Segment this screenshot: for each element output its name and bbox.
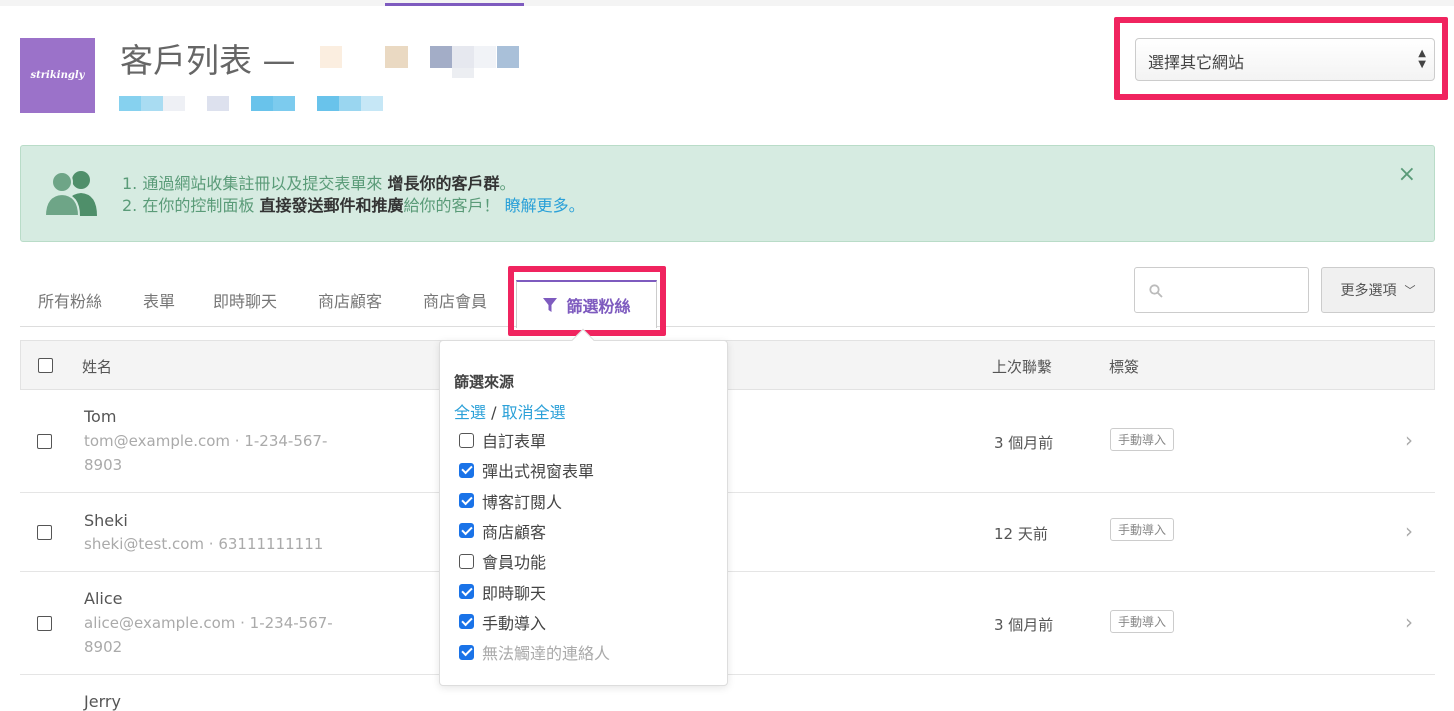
filter-option-label: 會員功能 [482, 553, 547, 573]
header-tags: 標簽 [1109, 358, 1140, 376]
filter-option[interactable]: 彈出式視窗表單 [459, 458, 594, 482]
filter-option[interactable]: 商店顧客 [459, 519, 546, 543]
filter-source-popover: 篩選來源 全選 / 取消全選 自訂表單彈出式視窗表單 博客訂閱人商店顧客會員功能即… [439, 328, 728, 686]
select-links: 全選 / 取消全選 [454, 399, 566, 423]
tab-forms[interactable]: 表單 [143, 288, 175, 312]
filter-option-label: 即時聊天 [482, 583, 547, 603]
row-checkbox[interactable] [37, 434, 52, 449]
filter-option-label: 無法觸達的連絡人 [482, 644, 611, 664]
search-input[interactable] [1134, 267, 1309, 313]
chevron-down-icon: ﹀ [1404, 284, 1416, 297]
tab-all-fans[interactable]: 所有粉絲 [38, 288, 102, 312]
filter-icon [543, 298, 558, 312]
filter-option-checkbox[interactable] [459, 523, 474, 539]
close-banner-icon[interactable]: × [1398, 162, 1416, 187]
row-checkbox[interactable] [37, 616, 52, 631]
filter-option-label: 商店顧客 [482, 522, 547, 542]
filter-source-title: 篩選來源 [454, 373, 515, 391]
filter-option-label: 手動導入 [482, 613, 547, 633]
site-select-value: 選擇其它網站 [1148, 53, 1245, 72]
filter-option-label: 自訂表單 [482, 432, 547, 451]
header-name: 姓名 [82, 358, 113, 376]
people-icon [45, 171, 97, 216]
site-logo: strikingly [20, 38, 95, 113]
site-select[interactable]: 選擇其它網站 ▲ ▼ [1135, 38, 1435, 81]
header-last-contact: 上次聯繫 [992, 358, 1053, 376]
more-options-button[interactable]: 更多選項 ﹀ [1321, 267, 1435, 313]
banner-line-1: 1. 通過網站收集註冊以及提交表單來 增長你的客戶群。 [122, 174, 516, 193]
contact-details: sheki@test.com · 63111111111 [84, 535, 324, 553]
filter-option-checkbox[interactable] [459, 644, 474, 660]
learn-more-link[interactable]: 瞭解更多。 [505, 196, 585, 215]
select-separator: / [491, 403, 497, 422]
tab-store-members[interactable]: 商店會員 [423, 288, 487, 312]
filter-option[interactable]: 即時聊天 [459, 580, 546, 604]
tag-badge: 手動導入 [1110, 610, 1175, 633]
deselect-all-link[interactable]: 取消全選 [502, 403, 566, 422]
filter-option[interactable]: 會員功能 [459, 549, 546, 573]
more-options-label: 更多選項 [1340, 283, 1397, 299]
tabs-divider [20, 326, 1435, 327]
chevron-right-icon[interactable]: › [1405, 610, 1413, 634]
filter-option[interactable]: 博客訂閱人 [459, 489, 562, 513]
filter-tab-label: 篩選粉絲 [566, 297, 631, 316]
top-bar [0, 0, 1454, 6]
filter-option-label: 彈出式視窗表單 [482, 462, 595, 482]
filter-option[interactable]: 自訂表單 [459, 428, 546, 452]
select-all-link[interactable]: 全選 [454, 403, 486, 422]
last-contact: 3 個月前 [994, 616, 1054, 634]
search-icon [1149, 284, 1163, 298]
filter-option[interactable]: 無法觸達的連絡人 [459, 640, 610, 664]
page-title: 客戶列表 — [120, 41, 296, 80]
filter-option-checkbox[interactable] [459, 432, 474, 448]
tab-filter-fans[interactable]: 篩選粉絲 [516, 280, 657, 328]
contact-name: Jerry [84, 692, 121, 711]
filter-option-label: 博客訂閱人 [482, 492, 563, 512]
row-checkbox[interactable] [37, 525, 52, 540]
info-banner: 1. 通過網站收集註冊以及提交表單來 增長你的客戶群。 2. 在你的控制面板 直… [20, 145, 1435, 242]
tab-live-chat[interactable]: 即時聊天 [213, 288, 277, 312]
contact-name: Alice [84, 589, 123, 608]
filter-option-checkbox[interactable] [459, 614, 474, 630]
contact-name: Sheki [84, 511, 128, 530]
filter-option-checkbox[interactable] [459, 553, 474, 569]
filter-option-checkbox[interactable] [459, 584, 474, 599]
tag-badge: 手動導入 [1110, 428, 1175, 451]
banner-line-2: 2. 在你的控制面板 直接發送郵件和推廣給你的客戶！ 瞭解更多。 [122, 196, 585, 215]
contact-details: tom@example.com · 1-234-567-8903 [84, 432, 328, 474]
last-contact: 12 天前 [994, 525, 1048, 543]
filter-option-checkbox[interactable] [459, 462, 474, 478]
chevron-right-icon[interactable]: › [1405, 428, 1413, 452]
last-contact: 3 個月前 [994, 434, 1054, 452]
select-arrows-icon: ▲ ▼ [1418, 48, 1426, 70]
contact-name: Tom [84, 407, 117, 426]
contact-details: alice@example.com · 1-234-567-8902 [84, 614, 333, 656]
active-nav-indicator [385, 3, 524, 6]
tag-badge: 手動導入 [1110, 518, 1175, 541]
tab-store-customers[interactable]: 商店顧客 [318, 288, 382, 312]
select-all-checkbox[interactable] [38, 358, 53, 373]
chevron-right-icon[interactable]: › [1405, 519, 1413, 543]
filter-option[interactable]: 手動導入 [459, 610, 546, 634]
filter-option-checkbox[interactable] [459, 493, 474, 509]
